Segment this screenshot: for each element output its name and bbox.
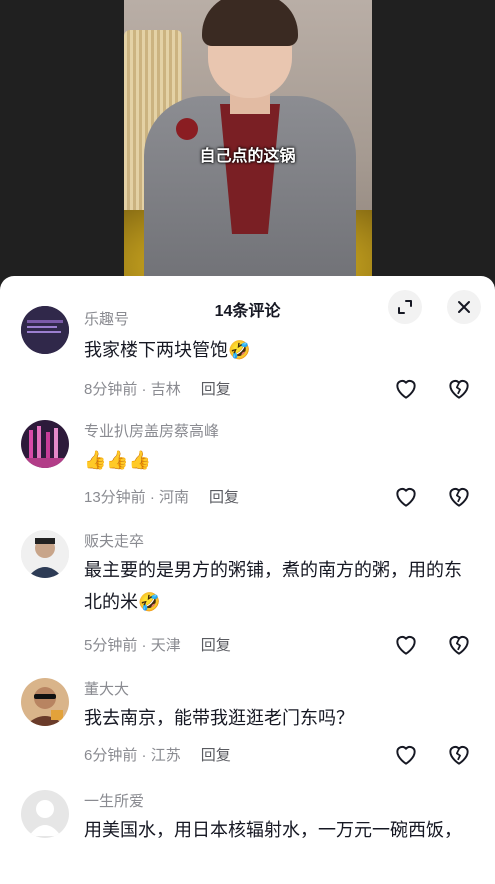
avatar[interactable] — [21, 530, 69, 578]
video-player[interactable]: 自己点的这锅 — [0, 0, 495, 290]
comment-meta: 8分钟前 · 吉林 回复 — [84, 381, 231, 398]
comment-item: 董大大 我去南京，能带我逛逛老门东吗？ 6分钟前 · 江苏 回复 — [0, 678, 495, 790]
comment-username[interactable]: 乐趣号 — [84, 308, 129, 329]
avatar[interactable] — [21, 306, 69, 354]
comment-text: 👍👍👍 — [84, 450, 152, 470]
comment-text: 我去南京，能带我逛逛老门东吗？ — [84, 708, 354, 728]
comment-text: 用美国水，用日本核辐射水，一万元一碗西饭， — [84, 820, 462, 840]
comment-username[interactable]: 一生所爱 — [84, 790, 144, 811]
avatar[interactable] — [21, 420, 69, 468]
brooch — [176, 118, 198, 140]
comment-item: 专业扒房盖房蔡高峰 👍👍👍 13分钟前 · 河南 回复 — [0, 420, 495, 530]
dislike-broken-heart-icon[interactable] — [446, 376, 472, 402]
like-heart-icon[interactable] — [393, 742, 419, 768]
like-heart-icon[interactable] — [393, 376, 419, 402]
comment-meta: 6分钟前 · 江苏 回复 — [84, 747, 231, 764]
like-heart-icon[interactable] — [393, 632, 419, 658]
comment-meta: 5分钟前 · 天津 回复 — [84, 637, 231, 654]
avatar[interactable] — [21, 678, 69, 726]
reply-button[interactable]: 回复 — [201, 747, 231, 764]
comment-username[interactable]: 董大大 — [84, 678, 129, 699]
avatar-image — [21, 420, 69, 468]
avatar-image — [21, 678, 69, 726]
comment-text: 我家楼下两块管饱🤣 — [84, 340, 251, 360]
dislike-broken-heart-icon[interactable] — [446, 484, 472, 510]
comment-item: 一生所爱 用美国水，用日本核辐射水，一万元一碗西饭， — [0, 790, 495, 884]
avatar-image — [21, 530, 69, 578]
comment-meta: 13分钟前 · 河南 回复 — [84, 489, 240, 506]
video-caption: 自己点的这锅 — [199, 148, 296, 165]
comment-item: 贩夫走卒 最主要的是男方的粥铺，煮的南方的粥，用的东北的米🤣 5分钟前 · 天津… — [0, 530, 495, 680]
comment-username[interactable]: 贩夫走卒 — [84, 530, 144, 551]
dislike-broken-heart-icon[interactable] — [446, 742, 472, 768]
avatar[interactable] — [21, 790, 69, 838]
comment-item: 乐趣号 我家楼下两块管饱🤣 8分钟前 · 吉林 回复 — [0, 306, 495, 422]
reply-button[interactable]: 回复 — [201, 381, 231, 398]
dislike-broken-heart-icon[interactable] — [446, 632, 472, 658]
reply-button[interactable]: 回复 — [209, 489, 239, 506]
avatar-image — [21, 306, 69, 354]
like-heart-icon[interactable] — [393, 484, 419, 510]
comment-text: 最主要的是男方的粥铺，煮的南方的粥，用的东北的米🤣 — [84, 560, 462, 612]
default-avatar-icon — [21, 790, 69, 838]
presenter-hair — [202, 0, 298, 46]
reply-button[interactable]: 回复 — [201, 637, 231, 654]
comment-username[interactable]: 专业扒房盖房蔡高峰 — [84, 420, 219, 441]
comment-sheet: 14条评论 乐趣号 我家楼下两块管饱🤣 8分钟前 · 吉林 回复 专业扒房盖房蔡… — [0, 276, 495, 884]
